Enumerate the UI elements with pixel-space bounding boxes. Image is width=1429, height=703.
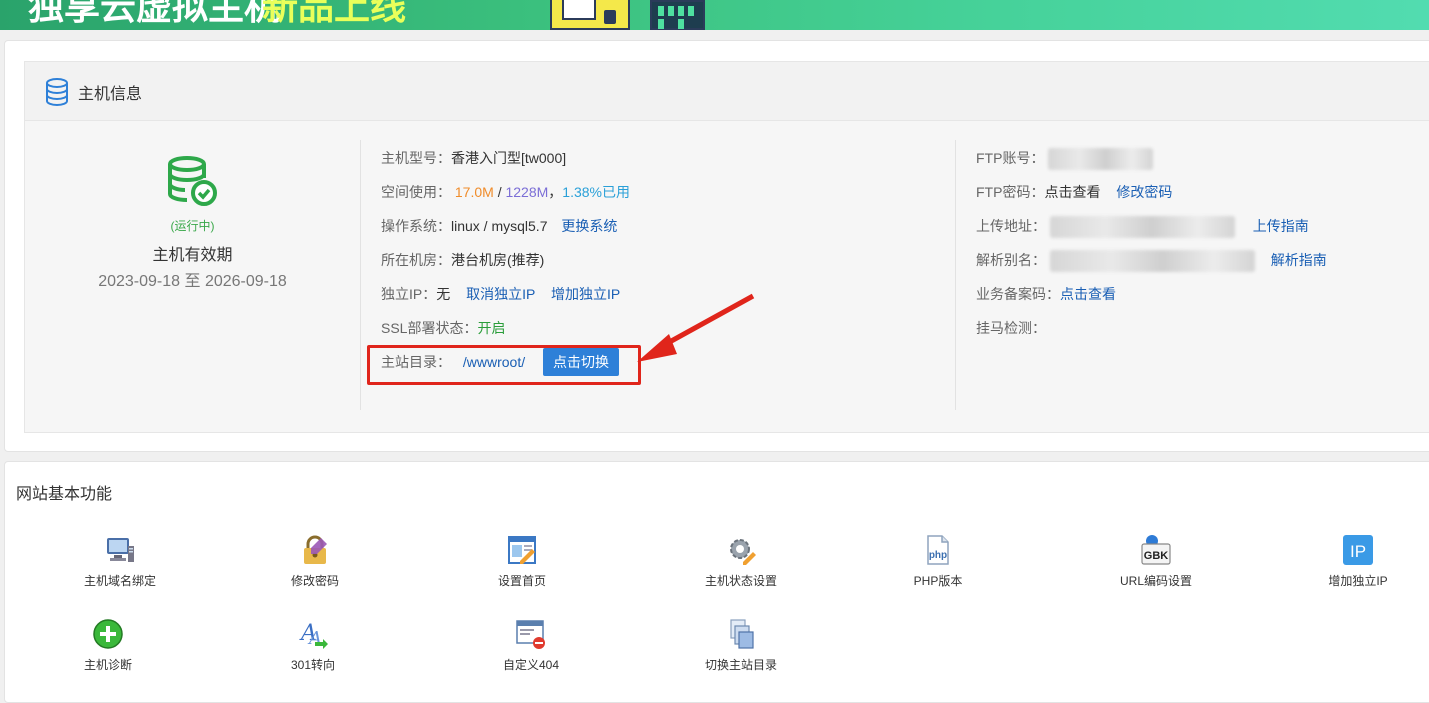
host-info-header: 主机信息	[25, 62, 1429, 121]
dedicated-ip-row: 独立IP：无 取消独立IP 增加独立IP	[381, 286, 621, 302]
validity-range: 2023-09-18 至 2026-09-18	[98, 273, 287, 290]
change-password-link[interactable]: 修改密码	[1116, 184, 1172, 200]
gbk-icon: GBK	[1141, 535, 1171, 565]
ftp-account-row: FTP账号：	[976, 148, 1154, 171]
ssl-status: 开启	[477, 320, 506, 336]
gear-icon	[730, 539, 756, 565]
function-host-status[interactable]: 主机状态设置	[681, 534, 801, 589]
view-password[interactable]: 点击查看	[1044, 184, 1100, 200]
function-host-diagnosis[interactable]: 主机诊断	[48, 618, 168, 673]
space-used: 17.0M	[454, 184, 494, 200]
os-row: 操作系统：linux / mysql5.7 更换系统	[381, 218, 618, 234]
function-add-ip[interactable]: IP 增加独立IP	[1298, 534, 1418, 589]
page-edit-icon	[508, 536, 536, 564]
banner-illustration-server	[550, 0, 630, 30]
promo-banner[interactable]: 独享云虚拟主机 新品上线	[0, 0, 1429, 30]
host-info-panel: 主机信息 (运行中) 主机有效期 2023-09-18 至 2026-09-18…	[24, 61, 1429, 433]
dns-alias-row: 解析别名： 解析指南	[976, 250, 1327, 273]
dedicated-ip-value: 无	[436, 286, 451, 302]
icp-row: 业务备案码：点击查看	[976, 286, 1116, 302]
annotation-arrow	[637, 293, 755, 362]
ssl-row: SSL部署状态：开启	[381, 320, 506, 336]
datacenter-row: 所在机房：港台机房(推荐)	[381, 252, 545, 268]
database-check-icon	[168, 156, 217, 206]
space-percent: 1.38%已用	[562, 184, 630, 200]
svg-text:IP: IP	[1350, 542, 1366, 561]
banner-illustration-rack	[650, 0, 705, 30]
icp-view-link[interactable]: 点击查看	[1060, 286, 1116, 302]
function-change-password[interactable]: 修改密码	[255, 534, 375, 589]
lock-pencil-icon	[304, 535, 327, 564]
host-model-value: 香港入门型[tw000]	[451, 150, 567, 166]
ftp-password-row: FTP密码：点击查看 修改密码	[976, 184, 1173, 200]
banner-title: 独享云虚拟主机	[28, 0, 281, 27]
svg-text:GBK: GBK	[1144, 550, 1169, 562]
function-php-version[interactable]: php PHP版本	[878, 534, 998, 589]
validity-label: 主机有效期	[152, 247, 233, 264]
site-functions-card: 网站基本功能 主机域名绑定 修改密码 设置首页 主机状态设置 php PHP版本…	[4, 461, 1429, 703]
running-status: (运行中)	[170, 219, 215, 233]
redirect-icon: A A	[299, 621, 328, 649]
site-functions-title: 网站基本功能	[16, 486, 113, 503]
database-icon	[46, 78, 68, 106]
upload-address-row: 上传地址： 上传指南	[976, 216, 1309, 239]
host-status-column: (运行中) 主机有效期 2023-09-18 至 2026-09-18	[25, 120, 360, 410]
host-info-title: 主机信息	[78, 86, 143, 103]
function-switch-root-dir[interactable]: 切换主站目录	[681, 618, 801, 673]
upload-guide-link[interactable]: 上传指南	[1253, 218, 1309, 234]
datacenter-value: 港台机房(推荐)	[451, 252, 545, 268]
malware-check-row: 挂马检测：	[976, 320, 1046, 336]
function-domain-binding[interactable]: 主机域名绑定	[60, 534, 180, 589]
function-301-redirect[interactable]: A A 301转向	[253, 618, 373, 673]
svg-text:php: php	[929, 550, 947, 561]
host-info-card: 主机信息 (运行中) 主机有效期 2023-09-18 至 2026-09-18…	[4, 40, 1429, 452]
host-model-row: 主机型号：香港入门型[tw000]	[381, 150, 567, 166]
column-divider	[360, 140, 361, 410]
redacted-upload-address	[1049, 216, 1235, 239]
redacted-dns-alias	[1049, 250, 1255, 273]
cancel-ip-link[interactable]: 取消独立IP	[466, 286, 535, 302]
dns-guide-link[interactable]: 解析指南	[1271, 252, 1327, 268]
redacted-ftp-account	[1048, 148, 1154, 171]
custom-404-icon	[516, 620, 545, 649]
space-usage-row: 空间使用： 17.0M / 1228M，1.38%已用	[381, 184, 630, 200]
computer-icon	[107, 538, 134, 562]
os-value: linux / mysql5.7	[451, 218, 548, 234]
add-ip-link[interactable]: 增加独立IP	[551, 286, 620, 302]
change-os-link[interactable]: 更换系统	[561, 218, 617, 234]
folder-switch-icon	[730, 619, 754, 649]
highlight-box	[367, 345, 641, 385]
function-set-homepage[interactable]: 设置首页	[462, 534, 582, 589]
plus-circle-icon	[93, 619, 123, 649]
function-custom-404[interactable]: 自定义404	[471, 618, 591, 673]
ip-icon: IP	[1343, 535, 1373, 565]
php-file-icon: php	[927, 535, 949, 565]
space-total: 1228M	[505, 184, 549, 200]
function-url-encoding[interactable]: GBK URL编码设置	[1096, 534, 1216, 589]
banner-subtitle: 新品上线	[262, 0, 407, 27]
column-divider	[955, 140, 956, 410]
